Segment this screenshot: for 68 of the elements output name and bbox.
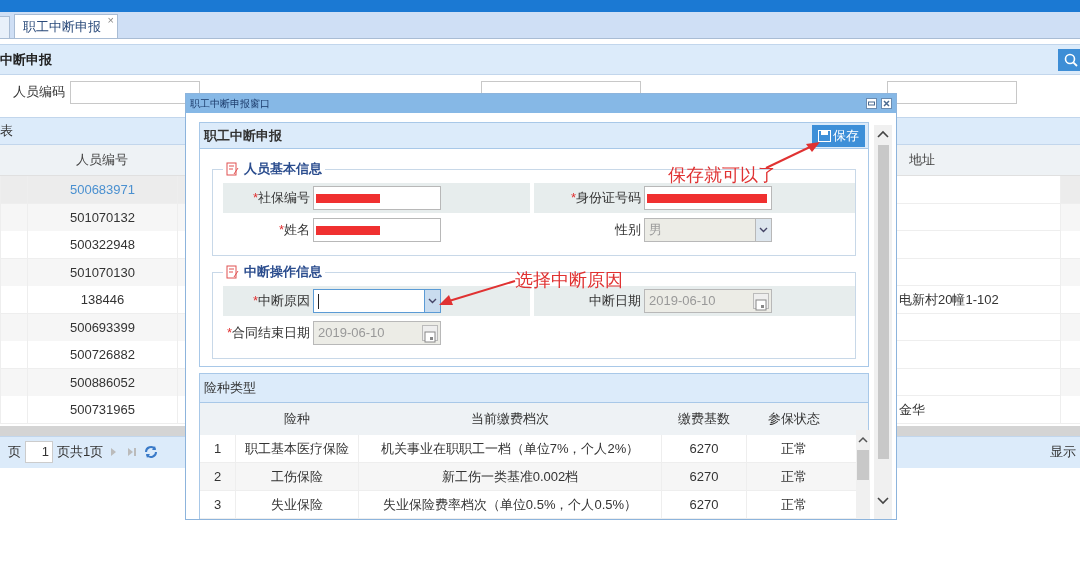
annotation-text: 选择中断原因: [515, 268, 623, 292]
scroll-thumb[interactable]: [878, 145, 889, 459]
redaction-mark: [316, 194, 380, 203]
form-title: 职工中断申报: [204, 126, 282, 145]
table-cell[interactable]: 500886052: [27, 368, 177, 396]
close-icon[interactable]: [881, 98, 892, 109]
table-cell: 机关事业在职职工一档（单位7%，个人2%）: [358, 435, 661, 462]
table-cell-text: 2: [212, 468, 223, 486]
table-cell-text: 1: [212, 440, 223, 458]
table-cell[interactable]: 500693399: [27, 313, 177, 341]
table-cell: 正常: [746, 435, 841, 462]
search-icon: [1064, 52, 1078, 67]
scroll-up-icon[interactable]: [856, 434, 870, 445]
table-cell: 新工伤一类基准0.002档: [358, 463, 661, 490]
restore-icon[interactable]: [866, 98, 877, 109]
field-label: 人员编码: [12, 83, 66, 102]
column-header: 缴费基数: [676, 410, 731, 429]
table-cell: 6270: [661, 435, 746, 462]
table-cell: 正常: [746, 463, 841, 490]
input-field[interactable]: [644, 186, 772, 210]
save-icon: [818, 129, 831, 142]
table-cell: 失业保险: [235, 491, 358, 518]
pager-summary: 显示: [1050, 443, 1076, 462]
field-label: 中断日期: [588, 292, 642, 311]
field-label: *合同结束日期: [225, 324, 311, 343]
table-cell[interactable]: 501070130: [27, 258, 177, 286]
table-cell: 工伤保险: [235, 463, 358, 490]
pager-label: 页共1页: [57, 443, 104, 462]
column-header: 当前缴费档次: [469, 410, 550, 429]
insurance-panel-title: 险种类型: [204, 379, 256, 398]
page-number-field[interactable]: 1: [25, 441, 53, 463]
select-field[interactable]: [313, 289, 441, 313]
section-title: 人员基本信息: [244, 161, 322, 177]
input-field[interactable]: [313, 218, 441, 242]
table-cell: 正常: [746, 491, 841, 518]
table-scrollbar[interactable]: [856, 430, 870, 519]
column-header: 险种: [282, 410, 311, 429]
dialog-scrollbar[interactable]: [874, 125, 892, 519]
table-cell-text: 3: [212, 496, 223, 514]
section-title: 中断操作信息: [244, 264, 322, 280]
caret-icon: [759, 227, 768, 233]
table-cell[interactable]: 501070132: [27, 203, 177, 231]
scroll-thumb[interactable]: [857, 450, 869, 480]
list-title: 表: [0, 122, 13, 141]
redaction-mark: [316, 226, 380, 235]
annotation-text: 保存就可以了: [668, 163, 776, 187]
pager-label: 页: [8, 443, 21, 462]
column-header: 地址: [908, 151, 936, 170]
table-cell: 失业保险费率档次（单位0.5%，个人0.5%）: [358, 491, 661, 518]
input-field[interactable]: [887, 80, 1017, 104]
table-cell: 6270: [661, 491, 746, 518]
field-label: *中断原因: [251, 292, 311, 311]
table-cell: 职工基本医疗保险: [235, 435, 358, 462]
column-header: 参保状态: [766, 410, 821, 429]
input-field[interactable]: [313, 186, 441, 210]
edit-form-icon: [226, 162, 240, 176]
column-header: 人员编号: [75, 151, 129, 170]
field-label: *社保编号: [251, 189, 311, 208]
caret-icon: [428, 298, 437, 304]
edit-form-icon: [226, 265, 240, 279]
table-cell: 6270: [661, 463, 746, 490]
dialog-title: 职工中断申报窗口: [190, 97, 270, 111]
tab[interactable]: 职工中断申报 ×: [14, 14, 118, 38]
field-label: *身份证号码: [569, 189, 642, 208]
field-label: *姓名: [277, 221, 311, 240]
panel-title: 中断申报: [0, 50, 52, 69]
refresh-icon[interactable]: [143, 444, 160, 460]
field-label: 性别: [614, 221, 642, 240]
